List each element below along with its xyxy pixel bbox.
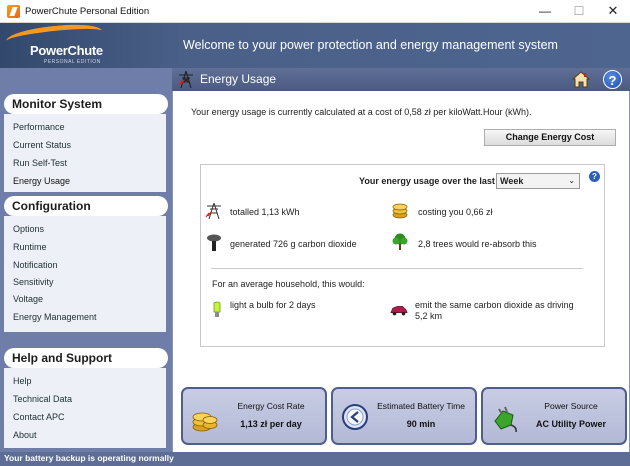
maximize-button[interactable]: ☐ bbox=[562, 0, 596, 23]
panel-divider bbox=[211, 268, 583, 269]
minimize-button[interactable]: — bbox=[528, 0, 562, 23]
nav-help[interactable]: Help bbox=[13, 376, 32, 386]
power-tower-icon bbox=[178, 70, 193, 89]
sidebar: Monitor System Performance Current Statu… bbox=[0, 68, 172, 452]
nav-run-self-test[interactable]: Run Self-Test bbox=[13, 158, 67, 168]
light-bulb-icon bbox=[213, 301, 221, 317]
carbon-generated: generated 726 g carbon dioxide bbox=[230, 239, 357, 249]
page-title: Energy Usage bbox=[200, 72, 277, 86]
nav-runtime[interactable]: Runtime bbox=[13, 242, 47, 252]
nav-sensitivity[interactable]: Sensitivity bbox=[13, 277, 54, 287]
cost-description: Your energy usage is currently calculate… bbox=[191, 107, 532, 117]
clock-back-icon bbox=[342, 404, 368, 430]
nav-energy-management[interactable]: Energy Management bbox=[13, 312, 97, 322]
card-value: 90 min bbox=[406, 419, 436, 429]
period-select[interactable]: Week ⌄ bbox=[496, 173, 580, 189]
close-button[interactable]: ✕ bbox=[596, 0, 630, 23]
power-plug-icon bbox=[494, 406, 517, 433]
energy-totalled: totalled 1,13 kWh bbox=[230, 207, 300, 217]
power-source-card: Power Source AC Utility Power bbox=[481, 387, 627, 445]
app-icon bbox=[7, 5, 20, 18]
average-household-label: For an average household, this would: bbox=[212, 279, 365, 289]
card-value: AC Utility Power bbox=[535, 419, 606, 429]
help-icon[interactable]: ? bbox=[603, 70, 622, 89]
coins-icon bbox=[392, 203, 408, 219]
nav-performance[interactable]: Performance bbox=[13, 122, 65, 132]
main-content: Your energy usage is currently calculate… bbox=[172, 91, 630, 383]
change-energy-cost-button[interactable]: Change Energy Cost bbox=[484, 129, 616, 146]
card-label: Estimated Battery Time bbox=[377, 401, 465, 411]
battery-time-card: Estimated Battery Time 90 min bbox=[331, 387, 477, 445]
energy-cost: costing you 0,66 zł bbox=[418, 207, 493, 217]
coins-icon bbox=[192, 412, 218, 432]
factory-smoke-icon bbox=[207, 234, 221, 251]
period-label: Your energy usage over the last bbox=[359, 176, 495, 186]
section-configuration: Configuration bbox=[4, 196, 168, 216]
car-equivalent-line2: 5,2 km bbox=[415, 311, 443, 321]
page-header: Energy Usage ? bbox=[172, 68, 630, 91]
energy-usage-panel: Your energy usage over the last Week ⌄ ?… bbox=[200, 164, 605, 347]
nav-current-status[interactable]: Current Status bbox=[13, 140, 71, 150]
status-bar: Your battery backup is operating normall… bbox=[0, 452, 630, 466]
configuration-section-body: Options Runtime Notification Sensitivity… bbox=[4, 216, 166, 332]
trees-reabsorb: 2,8 trees would re-absorb this bbox=[418, 239, 537, 249]
tree-icon bbox=[392, 233, 408, 250]
nav-energy-usage[interactable]: Energy Usage bbox=[13, 176, 70, 186]
help-section-body: Help Technical Data Contact APC About bbox=[4, 368, 166, 448]
window-title: PowerChute Personal Edition bbox=[25, 6, 150, 17]
energy-cost-rate-card: Energy Cost Rate 1,13 zł per day bbox=[181, 387, 327, 445]
home-icon[interactable] bbox=[572, 71, 590, 88]
card-label: Power Source bbox=[544, 401, 598, 411]
period-value: Week bbox=[500, 176, 524, 186]
nav-about[interactable]: About bbox=[13, 430, 37, 440]
banner-headline: Welcome to your power protection and ene… bbox=[183, 38, 558, 52]
title-bar: PowerChute Personal Edition — ☐ ✕ bbox=[0, 0, 630, 23]
card-label: Energy Cost Rate bbox=[237, 401, 305, 411]
bulb-equivalent: light a bulb for 2 days bbox=[230, 300, 316, 310]
nav-technical-data[interactable]: Technical Data bbox=[13, 394, 72, 404]
nav-voltage[interactable]: Voltage bbox=[13, 294, 43, 304]
panel-help-icon[interactable]: ? bbox=[589, 171, 600, 182]
summary-cards: Energy Cost Rate 1,13 zł per day Estimat… bbox=[172, 383, 630, 452]
logo: PowerChute bbox=[30, 43, 103, 58]
monitor-section-body: Performance Current Status Run Self-Test… bbox=[4, 114, 166, 192]
card-value: 1,13 zł per day bbox=[240, 419, 302, 429]
section-monitor-system: Monitor System bbox=[4, 94, 168, 114]
car-equivalent-line1: emit the same carbon dioxide as driving bbox=[415, 300, 574, 310]
nav-options[interactable]: Options bbox=[13, 224, 44, 234]
section-help-support: Help and Support bbox=[4, 348, 168, 368]
chevron-down-icon: ⌄ bbox=[568, 176, 575, 185]
header-banner: PowerChute PERSONAL EDITION Welcome to y… bbox=[0, 21, 630, 68]
nav-contact-apc[interactable]: Contact APC bbox=[13, 412, 65, 422]
car-icon bbox=[390, 306, 408, 316]
power-tower-icon bbox=[205, 202, 221, 220]
logo-subtitle: PERSONAL EDITION bbox=[44, 59, 101, 65]
nav-notification[interactable]: Notification bbox=[13, 260, 58, 270]
